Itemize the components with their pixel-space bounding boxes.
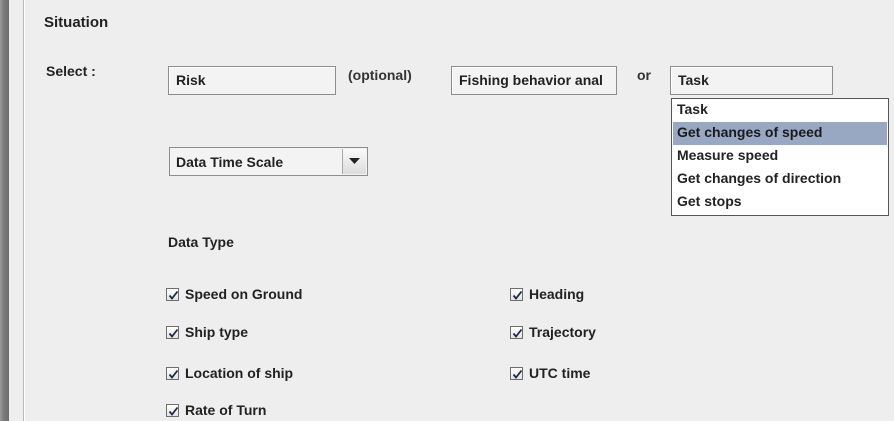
checkbox-heading[interactable]: Heading [510,283,584,305]
task-dropdown-list[interactable]: Task Get changes of speed Measure speed … [671,98,889,216]
risk-field[interactable]: Risk [168,66,336,95]
checkbox-label: Heading [529,286,585,302]
checkbox-utc-time[interactable]: UTC time [510,362,590,384]
task-option-measure-speed[interactable]: Measure speed [673,145,887,168]
checkmark-icon [168,406,179,416]
checkbox-rate-of-turn[interactable]: Rate of Turn [166,399,266,421]
combo-arrow-button[interactable] [342,149,366,174]
checkbox-label: Rate of Turn [185,402,267,418]
data-time-scale-value: Data Time Scale [176,154,284,170]
checkbox-box[interactable] [166,287,179,301]
chevron-down-icon [349,158,360,164]
checkmark-icon [512,369,523,379]
checkbox-speed-on-ground[interactable]: Speed on Ground [166,283,302,305]
task-field[interactable]: Task [670,66,833,95]
checkbox-label: Ship type [185,324,249,340]
checkbox-label: UTC time [529,365,591,381]
task-option-get-stops[interactable]: Get stops [673,191,887,214]
checkbox-location-of-ship[interactable]: Location of ship [166,362,293,384]
checkbox-trajectory[interactable]: Trajectory [510,321,596,343]
window-frame-left [0,0,9,421]
checkbox-box[interactable] [166,366,179,380]
checkbox-box[interactable] [510,366,523,380]
checkbox-label: Speed on Ground [185,286,303,302]
checkmark-icon [512,328,523,338]
checkbox-box[interactable] [510,325,523,339]
task-option-task[interactable]: Task [673,99,887,122]
checkbox-box[interactable] [166,325,179,339]
checkbox-box[interactable] [166,403,179,417]
checkmark-icon [168,328,179,338]
fishing-behavior-field[interactable]: Fishing behavior anal [451,66,617,95]
select-label: Select : [46,63,96,79]
panel-title: Situation [44,14,109,31]
task-option-get-changes-of-speed[interactable]: Get changes of speed [673,122,887,145]
task-option-get-changes-of-direction[interactable]: Get changes of direction [673,168,887,191]
or-label: or [637,67,651,83]
checkbox-label: Location of ship [185,365,294,381]
checkmark-icon [512,290,523,300]
data-type-heading: Data Type [168,234,234,250]
data-time-scale-combo[interactable]: Data Time Scale [169,147,368,176]
checkbox-label: Trajectory [529,324,596,340]
checkmark-icon [168,290,179,300]
optional-label: (optional) [348,67,412,83]
checkmark-icon [168,369,179,379]
checkbox-box[interactable] [510,287,523,301]
checkbox-ship-type[interactable]: Ship type [166,321,248,343]
